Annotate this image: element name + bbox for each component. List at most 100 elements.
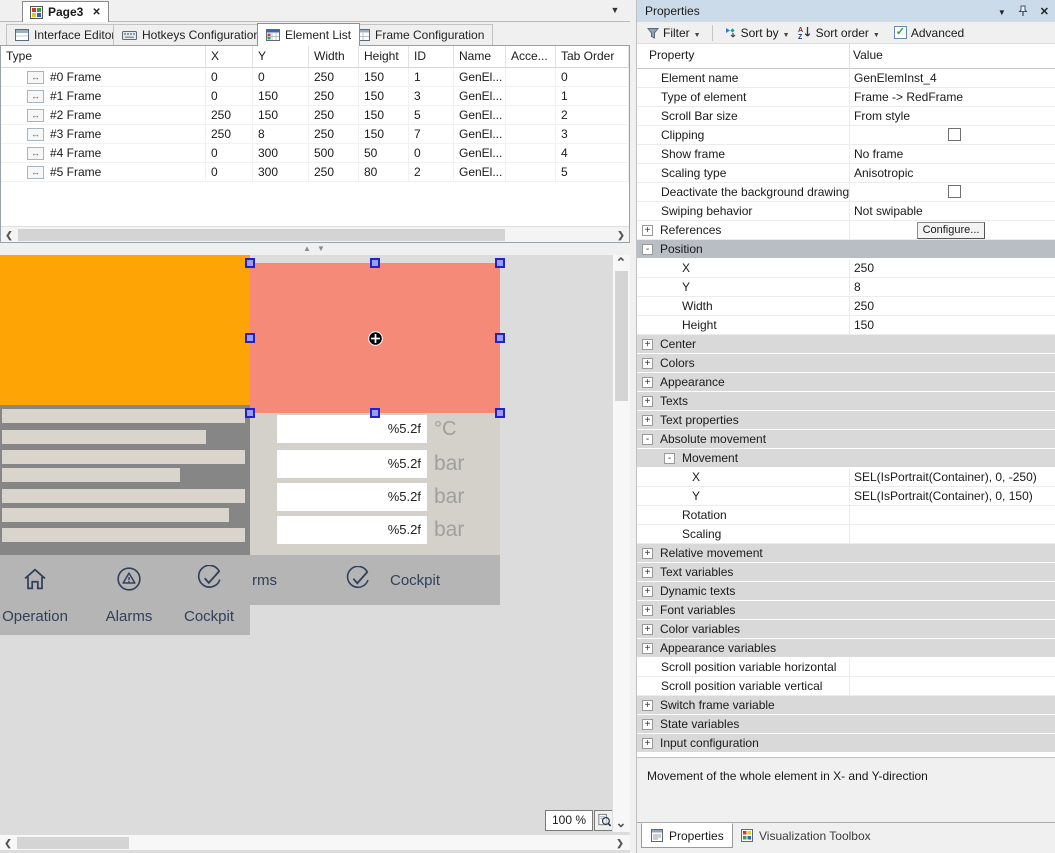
frame-navbar-horizontal[interactable]: rmsCockpit [250,555,500,605]
property-value[interactable]: No frame [849,145,1055,163]
property-value[interactable] [849,620,1055,638]
tab-interface-editor[interactable]: Interface Editor [6,24,124,45]
property-value[interactable] [849,506,1055,524]
advanced-checkbox[interactable]: Advanced [892,26,966,40]
property-row[interactable]: Scroll Bar sizeFrom style [637,107,1055,126]
column-divider[interactable] [849,44,850,69]
value-field[interactable]: %5.2f [277,483,427,511]
element-table-hscrollbar[interactable] [1,226,629,242]
selection-handle[interactable] [495,408,505,418]
move-crosshair-icon[interactable] [368,331,383,346]
tab-properties[interactable]: Properties [641,823,733,848]
close-tab-icon[interactable]: ✕ [92,7,100,18]
property-row[interactable]: +Relative movement [637,544,1055,563]
scroll-right-icon[interactable] [612,835,628,851]
column-header[interactable]: Type [1,46,206,68]
canvas-hscrollbar[interactable] [0,834,630,850]
property-row[interactable]: YSEL(IsPortrait(Container), 0, 150) [637,487,1055,506]
properties-titlebar[interactable]: Properties ✕ [637,0,1055,22]
sort-by-button[interactable]: Sort by [722,26,792,40]
property-value[interactable] [849,639,1055,657]
property-value[interactable]: From style [849,107,1055,125]
element-row[interactable]: #4 Frame0300500500GenEl...4 [1,144,629,163]
property-column-header[interactable]: Property [649,48,694,62]
frame-bar-gauges[interactable] [0,405,250,555]
configure-button[interactable]: Configure... [917,222,985,239]
tab-visualization-toolbox[interactable]: Visualization Toolbox [732,823,879,848]
frame-value-fields[interactable]: %5.2f°C%5.2fbar%5.2fbar%5.2fbar [250,405,500,555]
tab-list-dropdown-icon[interactable] [608,5,622,17]
property-row[interactable]: +Font variables [637,601,1055,620]
selection-handle[interactable] [495,333,505,343]
selection-handle[interactable] [370,408,380,418]
selection-handle[interactable] [245,408,255,418]
property-row[interactable]: Show frameNo frame [637,145,1055,164]
property-value[interactable] [849,677,1055,695]
column-header[interactable]: Acce... [506,46,556,68]
property-value[interactable] [849,430,1055,448]
property-value[interactable] [849,449,1055,467]
column-header[interactable]: X [206,46,253,68]
column-header[interactable]: Y [253,46,309,68]
column-header[interactable]: Height [359,46,409,68]
tab-page3[interactable]: Page3 ✕ [22,1,109,22]
property-row[interactable]: Scaling typeAnisotropic [637,164,1055,183]
property-row[interactable]: +Dynamic texts [637,582,1055,601]
property-row[interactable]: Scaling [637,525,1055,544]
scroll-up-icon[interactable] [613,255,629,271]
property-row[interactable]: Y8 [637,278,1055,297]
canvas-vscrollbar[interactable] [612,255,630,832]
tab-frame-configuration[interactable]: Frame Configuration [347,24,493,45]
horizontal-splitter[interactable] [0,243,630,255]
frame-navbar-vertical[interactable]: OperationAlarmsCockpit [0,555,250,635]
property-value[interactable] [849,658,1055,676]
property-row[interactable]: +Text variables [637,563,1055,582]
element-row[interactable]: #0 Frame002501501GenEl...0 [1,68,629,87]
selection-handle[interactable] [495,258,505,268]
property-value[interactable] [849,563,1055,581]
tab-element-list[interactable]: Element List [257,23,360,46]
zoom-level-field[interactable]: 100 % [545,810,593,831]
scroll-left-icon[interactable] [0,835,16,851]
property-value[interactable]: 150 [849,316,1055,334]
property-row[interactable]: Type of elementFrame -> RedFrame [637,88,1055,107]
checkbox-unchecked-icon[interactable] [948,128,961,141]
property-value[interactable]: Frame -> RedFrame [849,88,1055,106]
splitter-collapse-up-icon[interactable] [303,244,311,253]
filter-button[interactable]: Filter [645,26,703,40]
property-row[interactable]: +Center [637,335,1055,354]
nav-item-operation[interactable]: Operation [0,565,70,625]
visualization-canvas[interactable]: %5.2f°C%5.2fbar%5.2fbar%5.2fbar rmsCockp… [0,255,630,853]
value-field[interactable]: %5.2f [277,450,427,478]
property-row[interactable]: Scroll position variable vertical [637,677,1055,696]
property-row[interactable]: +Colors [637,354,1055,373]
property-value[interactable] [849,601,1055,619]
property-value[interactable]: SEL(IsPortrait(Container), 0, 150) [849,487,1055,505]
tab-hotkeys-configuration[interactable]: Hotkeys Configuration [113,24,269,45]
scrollbar-thumb[interactable] [18,229,505,241]
property-row[interactable]: +Color variables [637,620,1055,639]
property-row[interactable]: Element nameGenElemInst_4 [637,69,1055,88]
property-value[interactable]: Anisotropic [849,164,1055,182]
splitter-collapse-down-icon[interactable] [317,244,325,253]
property-row[interactable]: Swiping behaviorNot swipable [637,202,1055,221]
property-value[interactable]: Not swipable [849,202,1055,220]
property-row[interactable]: +ReferencesConfigure... [637,221,1055,240]
close-panel-icon[interactable]: ✕ [1040,5,1049,18]
nav-item-alarms[interactable]: Alarms [94,565,164,625]
property-row[interactable]: Scroll position variable horizontal [637,658,1055,677]
property-row[interactable]: +Text properties [637,411,1055,430]
property-row[interactable]: +Texts [637,392,1055,411]
property-value[interactable]: 8 [849,278,1055,296]
property-row[interactable]: -Movement [637,449,1055,468]
value-column-header[interactable]: Value [853,48,883,62]
element-row[interactable]: #1 Frame01502501503GenEl...1 [1,87,629,106]
selection-handle[interactable] [245,333,255,343]
property-row[interactable]: Width250 [637,297,1055,316]
property-value[interactable] [849,715,1055,733]
column-header[interactable]: Tab Order [556,46,629,68]
property-value[interactable] [849,335,1055,353]
property-row[interactable]: X250 [637,259,1055,278]
checkbox-checked-icon[interactable] [894,26,907,39]
property-value[interactable] [849,696,1055,714]
